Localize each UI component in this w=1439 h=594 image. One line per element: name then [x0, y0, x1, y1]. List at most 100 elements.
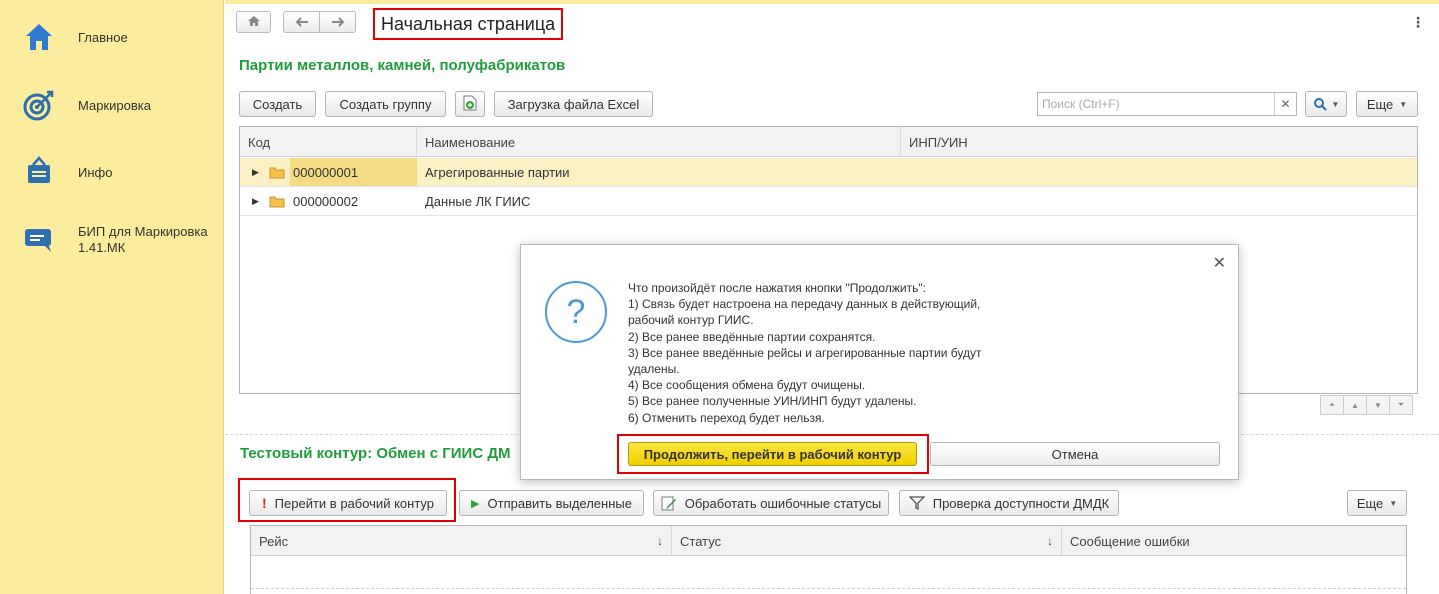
- search-button[interactable]: ▼: [1305, 91, 1347, 117]
- confirm-dialog: ✕ ? Что произойдёт после нажатия кнопки …: [520, 244, 1239, 480]
- expand-arrow-icon: ▶: [252, 166, 259, 177]
- question-icon: ?: [545, 281, 607, 343]
- send-selected-label: Отправить выделенные: [487, 495, 632, 511]
- chevron-down-icon: ▼: [1389, 498, 1398, 508]
- column-header-trip[interactable]: Рейс ↓: [251, 526, 672, 556]
- folder-icon: [269, 195, 285, 208]
- table-header: Рейс ↓ Статус ↓ Сообщение ошибки: [251, 526, 1406, 556]
- page-up-icon[interactable]: ▲: [1343, 395, 1367, 415]
- chevron-down-icon: ▼: [1399, 99, 1408, 109]
- play-icon: ▶: [471, 497, 480, 510]
- more-button-bottom[interactable]: Еще ▼: [1347, 490, 1407, 516]
- first-page-icon[interactable]: ⏶: [1320, 395, 1344, 415]
- check-dmdk-label: Проверка доступности ДМДК: [932, 495, 1110, 511]
- row-expander[interactable]: ▶: [252, 187, 292, 215]
- sidebar: Главное Маркировка Инфо БИП для Маркиров…: [0, 0, 224, 594]
- info-box-icon: [22, 155, 56, 189]
- dialog-line: 2) Все ранее введённые партии сохранятся…: [628, 329, 876, 344]
- chat-icon: [22, 222, 56, 256]
- last-page-icon[interactable]: ⏷: [1389, 395, 1413, 415]
- home-icon: [22, 20, 56, 54]
- create-group-button[interactable]: Создать группу: [325, 91, 446, 117]
- process-errors-label: Обработать ошибочные статусы: [684, 495, 882, 511]
- back-button[interactable]: [283, 11, 320, 33]
- section-title-test-contour: Тестовый контур: Обмен с ГИИС ДМ: [240, 445, 511, 462]
- home-button[interactable]: [236, 11, 271, 33]
- cell-name: Агрегированные партии: [425, 164, 570, 180]
- column-label: Рейс: [259, 533, 289, 549]
- cell-name: Данные ЛК ГИИС: [425, 193, 531, 209]
- dialog-line: 1) Связь будет настроена на передачу дан…: [628, 297, 981, 312]
- search-box: ✕: [1037, 92, 1297, 116]
- cell-code: 000000002: [293, 193, 359, 209]
- search-icon: ▼: [1313, 97, 1339, 111]
- more-menu-icon[interactable]: ⋮: [1411, 14, 1425, 31]
- more-button-label: Еще: [1356, 495, 1384, 511]
- exchange-table[interactable]: Рейс ↓ Статус ↓ Сообщение ошибки: [250, 525, 1407, 594]
- dialog-line: 4) Все сообщения обмена будут очищены.: [628, 378, 866, 393]
- top-border: [225, 0, 1439, 4]
- arrow-left-icon: [295, 15, 309, 30]
- section-title-batches: Партии металлов, камней, полуфабрикатов: [239, 57, 566, 74]
- table-header: Код Наименование ИНП/УИН: [240, 127, 1417, 157]
- row-expander[interactable]: ▶: [252, 158, 292, 186]
- table-row[interactable]: ▶ 000000001 Агрегированные партии: [240, 158, 1417, 187]
- target-icon: [22, 88, 56, 122]
- go-work-contour-button[interactable]: ! Перейти в рабочий контур: [249, 490, 447, 516]
- clear-search-icon[interactable]: ✕: [1274, 93, 1296, 115]
- dialog-line: Что произойдёт после нажатия кнопки "Про…: [628, 281, 926, 295]
- column-header-inp[interactable]: ИНП/УИН: [901, 127, 1418, 157]
- table-row[interactable]: ▶ 000000002 Данные ЛК ГИИС: [240, 187, 1417, 216]
- column-label: Статус: [680, 533, 722, 549]
- check-dmdk-button[interactable]: Проверка доступности ДМДК: [899, 490, 1119, 516]
- sidebar-item-main[interactable]: Главное: [0, 20, 224, 60]
- sort-arrow-icon: ↓: [1047, 534, 1053, 548]
- dialog-line: 3) Все ранее введённые рейсы и агрегиров…: [628, 345, 982, 360]
- page-down-icon[interactable]: ▼: [1366, 395, 1390, 415]
- more-button-label: Еще: [1366, 96, 1394, 112]
- create-button[interactable]: Создать: [239, 91, 316, 117]
- edit-doc-icon: [661, 495, 677, 511]
- arrow-right-icon: [331, 15, 345, 30]
- empty-row-line: [251, 588, 1406, 589]
- sidebar-item-marking[interactable]: Маркировка: [0, 88, 224, 128]
- column-header-name[interactable]: Наименование: [417, 127, 901, 157]
- go-work-contour-label: Перейти в рабочий контур: [274, 495, 434, 511]
- exclamation-icon: !: [262, 495, 267, 511]
- cell-code: 000000001: [290, 158, 417, 186]
- sidebar-item-label: Маркировка: [78, 98, 151, 113]
- add-file-icon: [463, 95, 477, 114]
- column-header-error[interactable]: Сообщение ошибки: [1062, 526, 1407, 556]
- cell-inp: [909, 158, 1409, 186]
- sidebar-item-label: БИП для Маркировка 1.41.МК: [78, 224, 208, 255]
- more-button-top[interactable]: Еще ▼: [1356, 91, 1418, 117]
- home-small-icon: [247, 15, 261, 30]
- expand-arrow-icon: ▶: [252, 195, 259, 206]
- send-selected-button[interactable]: ▶ Отправить выделенные: [459, 490, 644, 516]
- sidebar-item-info[interactable]: Инфо: [0, 155, 224, 195]
- cancel-button[interactable]: Отмена: [930, 442, 1220, 466]
- continue-button[interactable]: Продолжить, перейти в рабочий контур: [628, 442, 917, 466]
- dialog-line: 6) Отменить переход будет нельзя.: [628, 410, 825, 425]
- forward-button[interactable]: [319, 11, 356, 33]
- load-excel-button[interactable]: Загрузка файла Excel: [494, 91, 653, 117]
- filter-icon: [908, 496, 925, 510]
- table-pager: ⏶ ▲ ▼ ⏷: [1320, 395, 1413, 415]
- page-title: Начальная страница: [373, 8, 564, 40]
- folder-icon: [269, 166, 285, 179]
- column-header-status[interactable]: Статус ↓: [672, 526, 1062, 556]
- dialog-line: 5) Все ранее полученные УИН/ИНП будут уд…: [628, 394, 917, 409]
- dialog-line: рабочий контур ГИИС.: [628, 313, 754, 328]
- close-icon[interactable]: ✕: [1213, 253, 1226, 273]
- dialog-line: удалены.: [628, 362, 680, 377]
- process-errors-button[interactable]: Обработать ошибочные статусы: [653, 490, 889, 516]
- sidebar-item-label: Главное: [78, 30, 128, 45]
- sidebar-item-label: Инфо: [78, 165, 113, 180]
- cell-inp: [909, 187, 1409, 215]
- search-input[interactable]: [1038, 93, 1274, 115]
- dialog-message: Что произойдёт после нажатия кнопки "Про…: [628, 280, 1048, 426]
- add-file-button[interactable]: [455, 91, 485, 117]
- sidebar-item-bip[interactable]: БИП для Маркировка 1.41.МК: [0, 222, 224, 262]
- sort-arrow-icon: ↓: [657, 534, 663, 548]
- column-header-code[interactable]: Код: [240, 127, 417, 157]
